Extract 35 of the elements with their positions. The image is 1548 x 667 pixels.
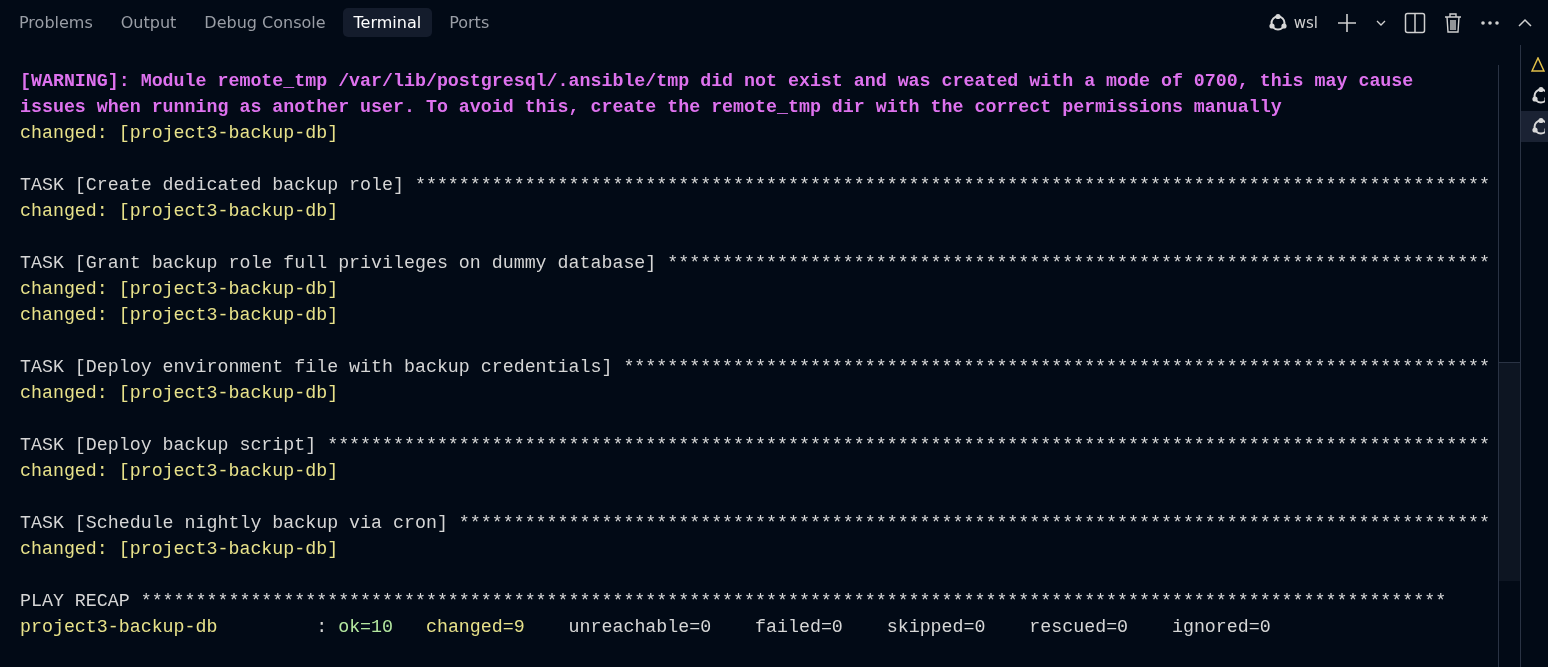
terminal-text: unreachable=0 failed=0 skipped=0 rescued=0 ignored=0 [567,617,1271,637]
terminal-text: changed: [project3-backup-db] [20,123,339,143]
plus-icon[interactable] [1336,11,1358,34]
terminal-text: TASK [Deploy environment file with backup credentials] ******************************************************************************* [20,357,1491,377]
terminal-list-item[interactable] [1521,111,1548,142]
terminal-text: TASK [Create dedicated backup role] ************************************************************************************************** [20,175,1491,195]
terminal-text: changed: [project3-backup-db] [20,279,339,299]
chevron-down-icon[interactable] [1376,18,1386,27]
terminal-text: TASK [Deploy backup script] ********************************************************************************************************** [20,435,1491,455]
terminal-text: changed: [project3-backup-db] [20,383,339,403]
terminal-text: PLAY RECAP *********************************************************************************************************************** [20,591,1447,611]
terminal-text: changed: [project3-backup-db] [20,539,339,559]
terminal-text: changed: [project3-backup-db] [20,461,339,481]
terminal-text: [WARNING]: Module remote_tmp /var/lib/postgresql/.ansible/tmp did not exist and was created with a mode of 0700, this may cause [20,71,1414,91]
terminal-profile-button[interactable]: wsl [1267,12,1318,33]
terminal-text: changed: [project3-backup-db] [20,305,339,325]
more-icon[interactable] [1480,19,1500,26]
panel-tab[interactable]: Terminal [342,8,433,37]
scrollbar-thumb[interactable] [1499,362,1520,581]
terminal-text: project3-backup-db [20,617,218,637]
terminal-text: TASK [Schedule nightly backup via cron] ********************************************************************************************** [20,513,1491,533]
panel-tab[interactable]: Debug Console [193,8,337,37]
terminal-text: TASK [Grant backup role full privileges on dummy database] *************************************************************************** [20,253,1491,273]
terminal-text: issues when running as another user. To avoid this, create the remote_tmp dir with the correct permissions manually [20,97,1282,117]
terminal-text: : [315,617,329,637]
warning-icon [1531,56,1545,73]
panel-tab[interactable]: Output [109,8,188,37]
panel-tab[interactable]: Problems [8,8,104,37]
panel-tab[interactable]: Ports [438,8,501,37]
trash-icon[interactable] [1444,11,1462,34]
terminal-text: ok=10 [338,617,395,637]
split-icon[interactable] [1404,11,1426,34]
terminal-text: changed: [project3-backup-db] [20,201,339,221]
chevron-up-icon[interactable] [1518,18,1532,27]
terminal-text: changed=9 [425,617,525,637]
